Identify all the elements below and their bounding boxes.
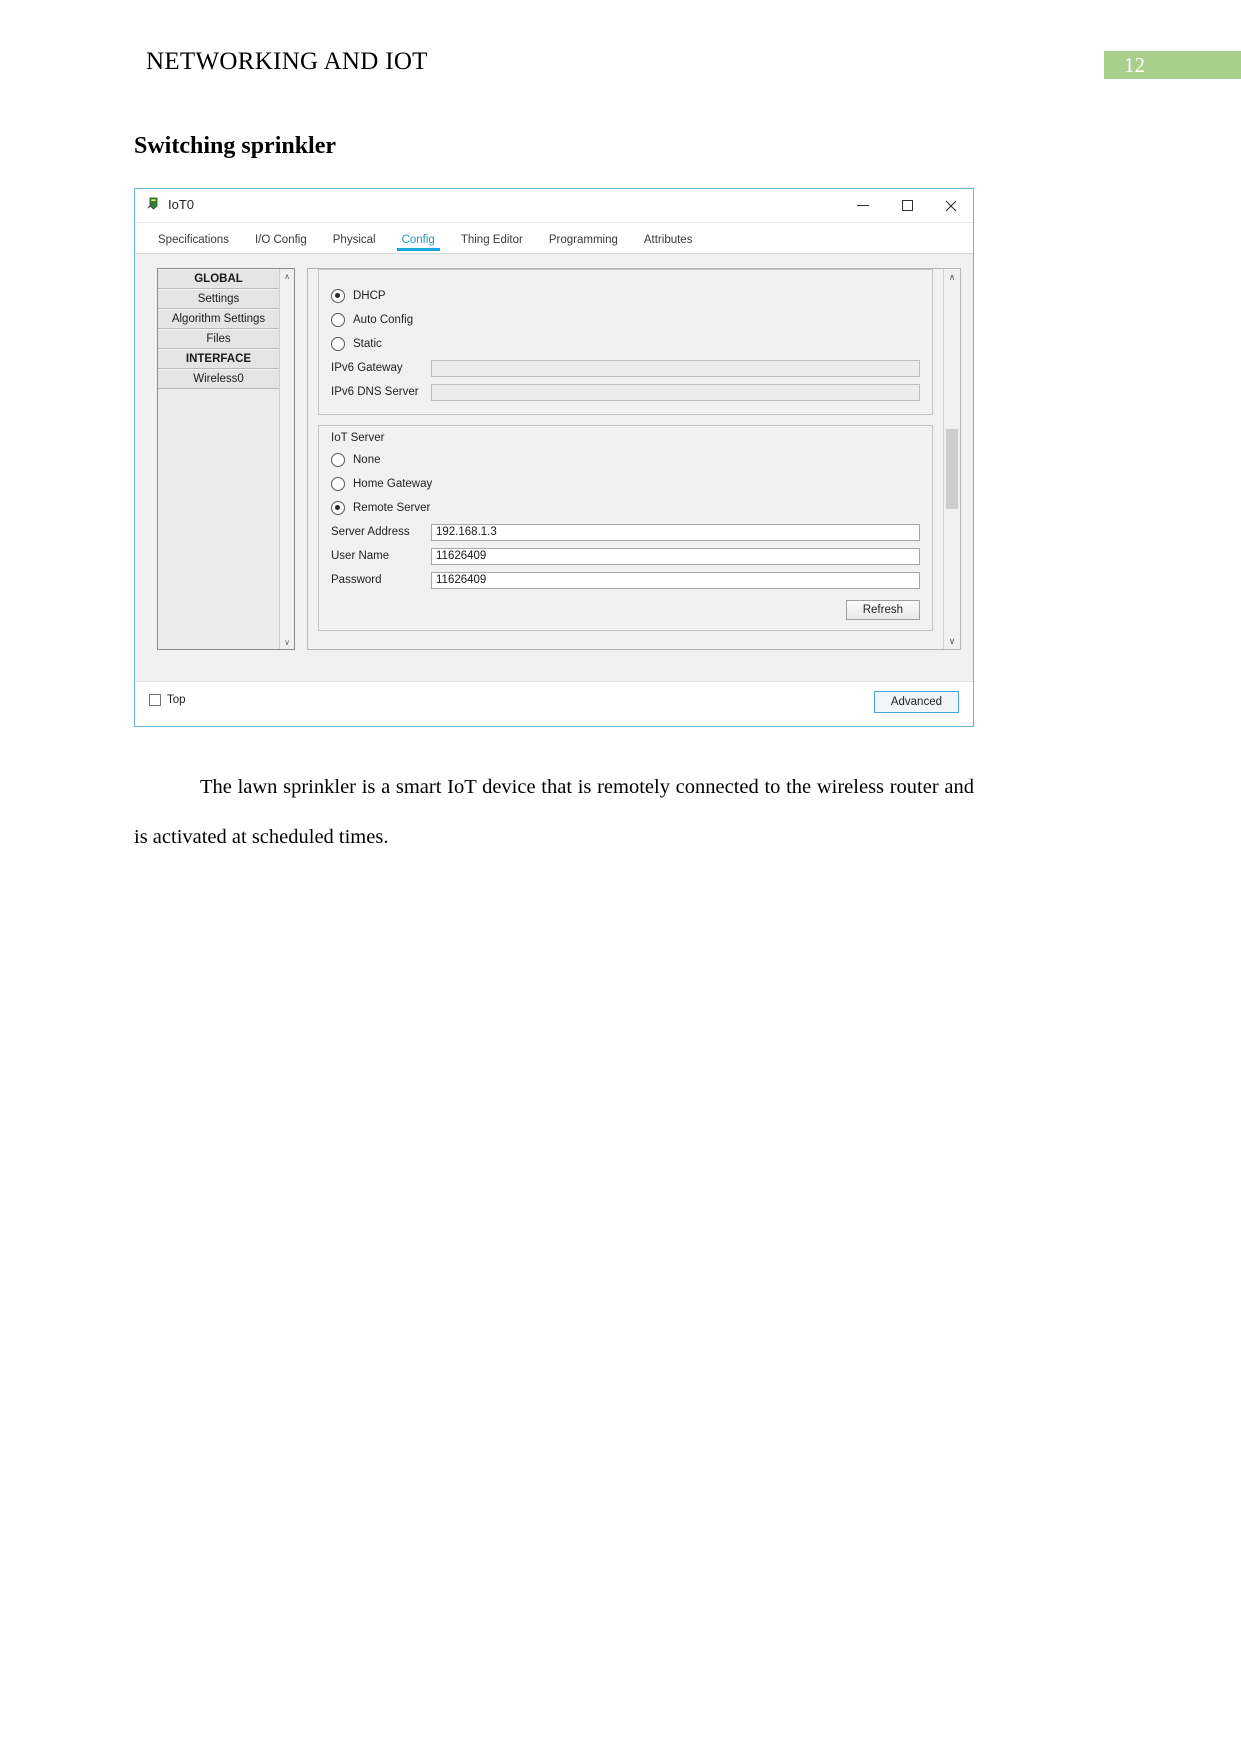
- config-scrollbar[interactable]: ∧ ∨: [943, 269, 960, 649]
- user-name-input[interactable]: [431, 547, 920, 565]
- config-panel-body: GLOBAL Settings Algorithm Settings Files…: [135, 253, 973, 683]
- device-icon: [146, 197, 161, 212]
- config-scroll-content: DHCP Auto Config Static IPv6 Gateway IPv…: [308, 269, 943, 649]
- server-address-label: Server Address: [331, 526, 410, 538]
- maximize-icon[interactable]: [885, 189, 929, 222]
- ipv6-dns-server-label: IPv6 DNS Server: [331, 386, 419, 398]
- sidebar-item-settings[interactable]: Settings: [158, 289, 279, 309]
- page-number-badge: 12: [1104, 51, 1241, 79]
- tab-config[interactable]: Config: [389, 231, 448, 253]
- radio-home-gateway[interactable]: Home Gateway: [331, 472, 920, 496]
- field-user-name: User Name: [331, 544, 920, 568]
- tab-physical[interactable]: Physical: [320, 231, 389, 253]
- radio-dhcp[interactable]: DHCP: [331, 284, 920, 308]
- ipv6-dns-server-input[interactable]: [431, 383, 920, 401]
- sidebar-item-global[interactable]: GLOBAL: [158, 269, 279, 289]
- tab-programming[interactable]: Programming: [536, 231, 631, 253]
- server-address-input[interactable]: [431, 523, 920, 541]
- section-heading: Switching sprinkler: [134, 133, 337, 159]
- radio-remote-server-label: Remote Server: [353, 502, 431, 514]
- window-controls: [841, 189, 973, 222]
- radio-auto-config-label: Auto Config: [353, 314, 414, 326]
- field-server-address: Server Address: [331, 520, 920, 544]
- chevron-down-icon[interactable]: ∨: [280, 635, 294, 649]
- tab-specifications[interactable]: Specifications: [145, 231, 242, 253]
- config-sidebar-list: GLOBAL Settings Algorithm Settings Files…: [158, 269, 280, 649]
- radio-auto-config-icon[interactable]: [331, 313, 345, 327]
- document-header: NETWORKING AND IOT 12: [0, 48, 1241, 90]
- iot-server-group: IoT Server None Home Gateway Remote Serv…: [318, 425, 933, 631]
- window-bottom-bar: Top Advanced: [135, 681, 973, 726]
- radio-static-label: Static: [353, 338, 382, 350]
- sidebar-item-algorithm-settings[interactable]: Algorithm Settings: [158, 309, 279, 329]
- window-title: IoT0: [168, 197, 195, 212]
- iot-config-window: IoT0 Specifications I/O Config Physical …: [134, 188, 974, 727]
- field-ipv6-dns-server: IPv6 DNS Server: [331, 380, 920, 404]
- radio-home-gateway-label: Home Gateway: [353, 478, 433, 490]
- ipv6-gateway-label: IPv6 Gateway: [331, 362, 403, 374]
- sidebar-empty-space: [158, 389, 279, 649]
- iot-server-title: IoT Server: [331, 432, 385, 444]
- radio-none[interactable]: None: [331, 448, 920, 472]
- radio-dhcp-label: DHCP: [353, 290, 386, 302]
- ipv6-gateway-input[interactable]: [431, 359, 920, 377]
- top-checkbox[interactable]: [149, 694, 161, 706]
- refresh-button[interactable]: Refresh: [845, 600, 920, 620]
- config-sidebar: GLOBAL Settings Algorithm Settings Files…: [157, 268, 295, 650]
- scroll-down-icon[interactable]: ∨: [944, 633, 960, 649]
- radio-remote-server[interactable]: Remote Server: [331, 496, 920, 520]
- sidebar-item-files[interactable]: Files: [158, 329, 279, 349]
- top-checkbox-row[interactable]: Top: [149, 694, 186, 706]
- minimize-icon[interactable]: [841, 189, 885, 222]
- password-label: Password: [331, 574, 382, 586]
- radio-dhcp-icon[interactable]: [331, 289, 345, 303]
- refresh-button-row: Refresh: [331, 600, 920, 620]
- radio-none-label: None: [353, 454, 381, 466]
- caption-paragraph: The lawn sprinkler is a smart IoT device…: [134, 776, 974, 848]
- tab-io-config[interactable]: I/O Config: [242, 231, 320, 253]
- advanced-button[interactable]: Advanced: [873, 691, 959, 713]
- radio-static-icon[interactable]: [331, 337, 345, 351]
- radio-auto-config[interactable]: Auto Config: [331, 308, 920, 332]
- field-ipv6-gateway: IPv6 Gateway: [331, 356, 920, 380]
- scrollbar-thumb[interactable]: [946, 429, 958, 509]
- chevron-up-icon[interactable]: ∧: [280, 269, 294, 283]
- radio-static[interactable]: Static: [331, 332, 920, 356]
- sidebar-item-interface[interactable]: INTERFACE: [158, 349, 279, 369]
- scroll-up-icon[interactable]: ∧: [944, 269, 960, 285]
- user-name-label: User Name: [331, 550, 390, 562]
- config-form-area: DHCP Auto Config Static IPv6 Gateway IPv…: [307, 268, 961, 650]
- top-checkbox-label: Top: [167, 694, 186, 706]
- radio-remote-server-icon[interactable]: [331, 501, 345, 515]
- window-titlebar: IoT0: [135, 189, 973, 223]
- ipv6-configuration-group: DHCP Auto Config Static IPv6 Gateway IPv…: [318, 269, 933, 415]
- radio-none-icon[interactable]: [331, 453, 345, 467]
- field-password: Password: [331, 568, 920, 592]
- radio-home-gateway-icon[interactable]: [331, 477, 345, 491]
- tab-thing-editor[interactable]: Thing Editor: [448, 231, 536, 253]
- sidebar-item-wireless0[interactable]: Wireless0: [158, 369, 279, 389]
- tab-strip: Specifications I/O Config Physical Confi…: [135, 223, 973, 253]
- sidebar-scrollbar[interactable]: ∧ ∨: [279, 269, 294, 649]
- document-header-title: NETWORKING AND IOT: [146, 48, 428, 75]
- close-icon[interactable]: [929, 189, 973, 222]
- tab-attributes[interactable]: Attributes: [631, 231, 706, 253]
- password-input[interactable]: [431, 571, 920, 589]
